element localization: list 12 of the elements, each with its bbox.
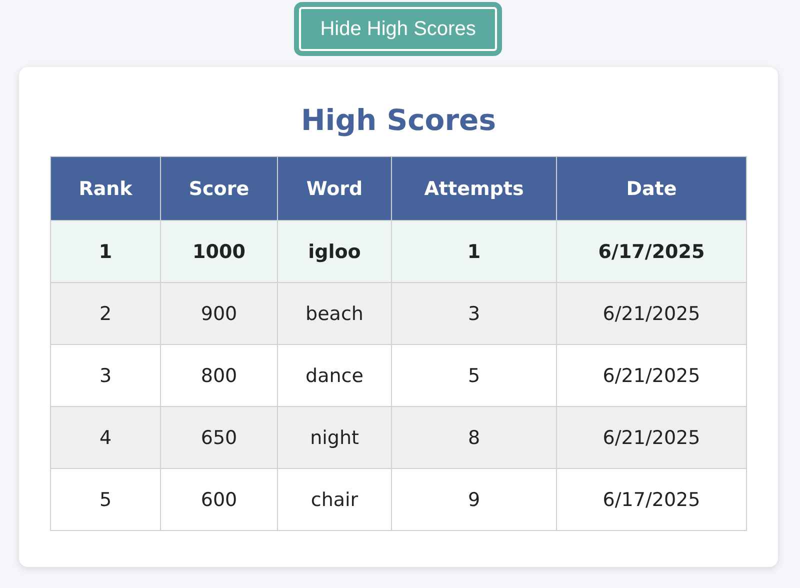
hide-scores-button[interactable]: Hide High Scores [295,3,501,55]
scores-title: High Scores [300,103,497,137]
table-cell: chair [278,468,392,530]
column-header: Word [278,156,392,220]
table-cell: 9 [392,468,556,530]
table-cell: 6/17/2025 [556,468,746,530]
table-cell: 5 [50,468,160,530]
column-header: Attempts [392,156,556,220]
column-header: Date [556,156,746,220]
column-header: Rank [50,156,160,220]
column-header: Score [160,156,278,220]
table-cell: 600 [160,468,278,530]
